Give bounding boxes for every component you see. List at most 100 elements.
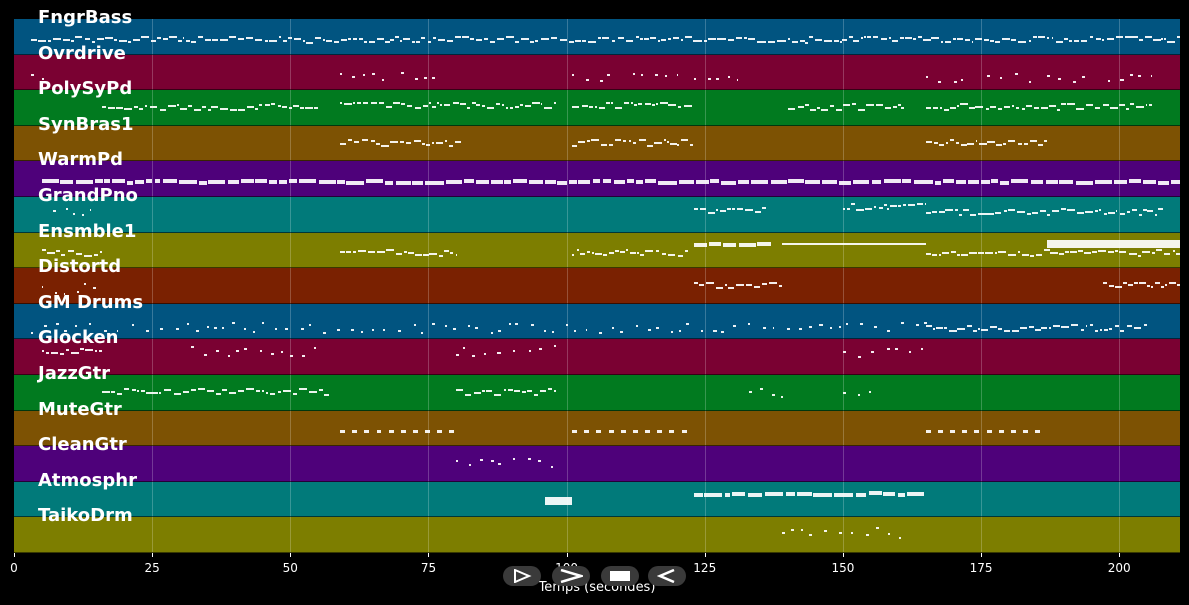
note [949, 139, 955, 142]
note [1018, 41, 1026, 44]
note [1156, 249, 1162, 252]
note [285, 327, 289, 330]
note [187, 104, 193, 107]
note [269, 39, 277, 42]
note [998, 250, 1006, 253]
note [610, 102, 613, 105]
note [720, 180, 737, 185]
note [586, 139, 590, 142]
note [1161, 37, 1164, 40]
note [924, 322, 928, 325]
note [632, 141, 637, 144]
note [1057, 108, 1060, 111]
note [191, 40, 196, 43]
note [469, 37, 475, 40]
note [413, 139, 421, 142]
note [283, 40, 287, 43]
note [244, 348, 248, 351]
note [1055, 41, 1064, 44]
gridline [842, 161, 844, 197]
note [1115, 324, 1119, 327]
note [424, 180, 444, 185]
note [849, 36, 853, 39]
note [981, 179, 991, 184]
note [305, 106, 313, 109]
note [455, 140, 461, 143]
note [72, 213, 75, 216]
gridline [1119, 446, 1121, 482]
note [909, 351, 912, 354]
note [681, 430, 687, 434]
note [197, 388, 206, 391]
note [671, 330, 674, 333]
track-row [14, 19, 1180, 55]
gridline [152, 54, 154, 91]
note [669, 142, 677, 145]
note [630, 251, 636, 254]
gridline [428, 481, 430, 518]
note [403, 37, 410, 40]
note [229, 391, 237, 394]
note [1018, 143, 1023, 146]
gridline [566, 410, 568, 447]
note [898, 205, 901, 208]
note [961, 254, 968, 257]
note [1145, 103, 1148, 106]
note [717, 38, 726, 41]
note [901, 106, 904, 109]
note [185, 40, 190, 43]
note [763, 327, 767, 330]
note [501, 104, 505, 107]
gridline [428, 161, 430, 197]
note [427, 41, 431, 44]
note [693, 493, 704, 498]
piano-roll [14, 19, 1180, 553]
note [486, 107, 495, 110]
note [819, 324, 823, 327]
gridline [1119, 339, 1121, 375]
note [414, 254, 423, 257]
note [389, 141, 398, 144]
note [67, 250, 74, 253]
note [653, 142, 662, 145]
gridline [428, 90, 430, 126]
note [1150, 75, 1153, 78]
gridline [428, 197, 430, 233]
track-label: GrandPno [38, 185, 138, 206]
note [726, 207, 732, 210]
note [761, 282, 768, 285]
gridline [566, 19, 568, 55]
note [917, 35, 923, 38]
note [772, 327, 775, 330]
note [725, 283, 727, 286]
gridline [566, 446, 568, 482]
note [883, 491, 895, 496]
stop-button[interactable] [601, 566, 639, 586]
back-button[interactable] [648, 566, 686, 586]
rewind-button[interactable] [503, 566, 541, 586]
note [216, 350, 220, 353]
note [611, 40, 616, 43]
note [425, 430, 431, 434]
gridline [290, 54, 292, 91]
note [255, 38, 262, 41]
note [634, 103, 637, 106]
note [41, 350, 44, 353]
note [443, 104, 451, 107]
note [45, 351, 49, 354]
note [324, 393, 329, 396]
note [878, 207, 883, 210]
forward-button[interactable] [552, 566, 590, 586]
note [866, 534, 870, 537]
note [1002, 142, 1007, 145]
note [639, 138, 647, 141]
note [467, 106, 470, 109]
gridline [152, 197, 154, 233]
x-tick-label: 0 [10, 561, 18, 575]
note [505, 106, 508, 109]
track-row [14, 339, 1180, 375]
note [1103, 212, 1107, 215]
note [684, 249, 689, 252]
gridline [704, 19, 706, 55]
note [912, 38, 917, 41]
